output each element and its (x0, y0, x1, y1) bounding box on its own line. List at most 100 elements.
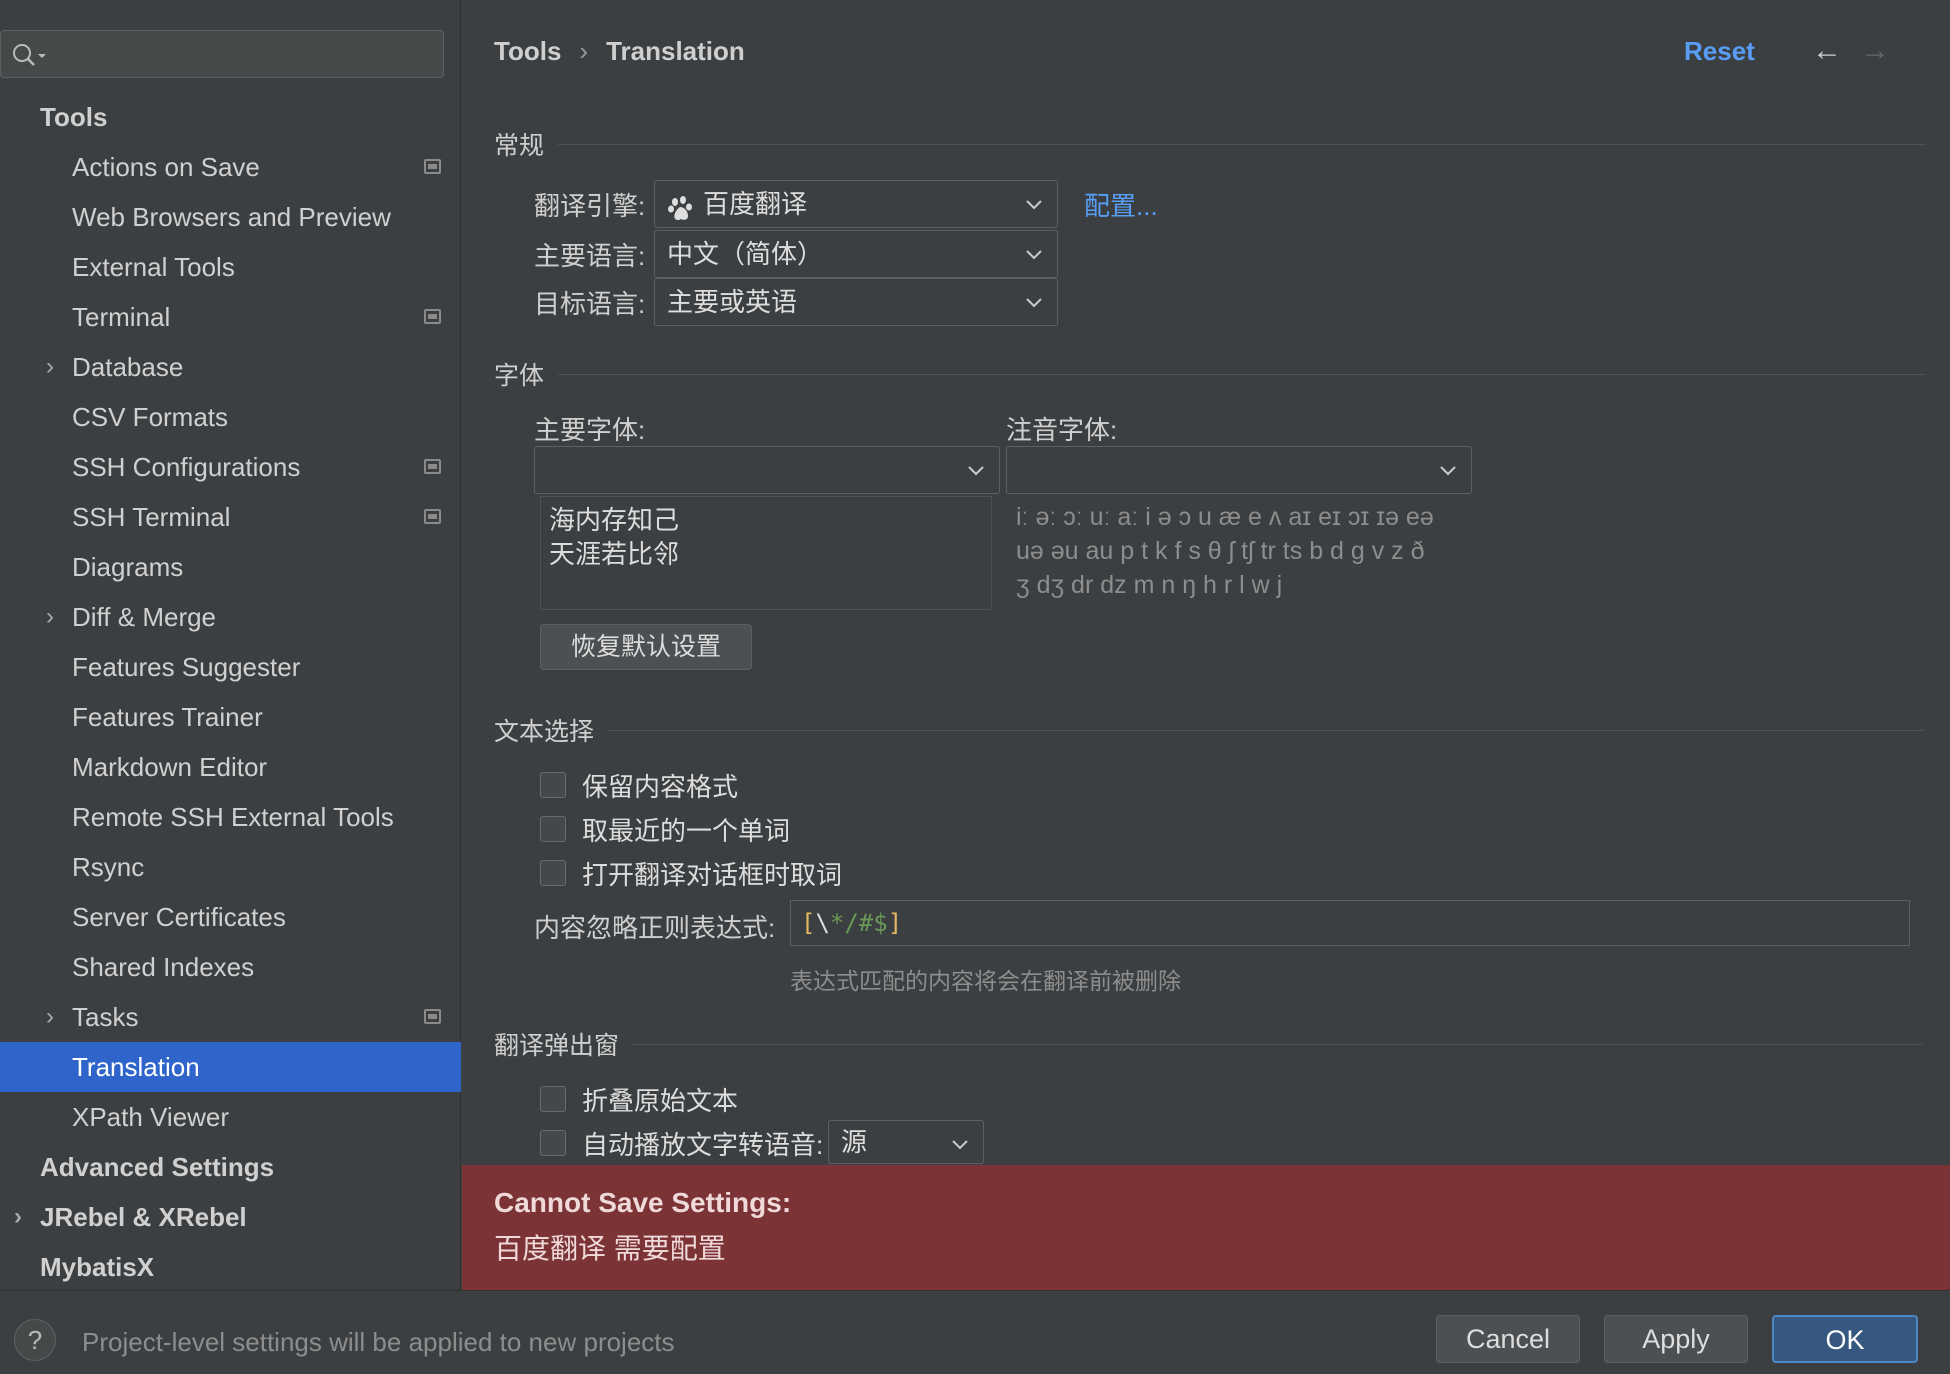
phonetic-font-select[interactable] (1006, 446, 1472, 494)
sidebar-item-features-suggester[interactable]: Features Suggester (0, 642, 461, 692)
chevron-right-icon[interactable]: › (40, 992, 60, 1042)
checkbox-box[interactable] (540, 860, 566, 886)
sidebar-item-database[interactable]: › Database (0, 342, 461, 392)
regex-bracket: ] (887, 909, 903, 937)
sidebar-item-label: Shared Indexes (72, 952, 255, 982)
engine-select[interactable]: 百度翻译 (654, 180, 1058, 228)
sidebar-item-label: Tasks (72, 1002, 139, 1032)
sidebar-item-shared-indexes[interactable]: Shared Indexes (0, 942, 461, 992)
autoplay-tts-checkbox[interactable]: 自动播放文字转语音: (540, 1126, 823, 1160)
help-icon[interactable]: ? (14, 1319, 56, 1361)
target-language-label: 目标语言: (534, 289, 646, 319)
sidebar-item-rsync[interactable]: Rsync (0, 842, 461, 892)
engine-label: 翻译引擎: (534, 191, 646, 221)
sidebar-item-remote-ssh-external-tools[interactable]: Remote SSH External Tools (0, 792, 461, 842)
section-popup-title: 翻译弹出窗 (494, 1032, 620, 1060)
checkbox-box[interactable] (540, 772, 566, 798)
sidebar-item-markdown-editor[interactable]: Markdown Editor (0, 742, 461, 792)
search-input[interactable] (0, 30, 444, 78)
error-title: Cannot Save Settings: (494, 1187, 792, 1218)
apply-button[interactable]: Apply (1604, 1315, 1748, 1363)
reset-link[interactable]: Reset (1684, 36, 1755, 67)
sidebar-item-diagrams[interactable]: Diagrams (0, 542, 461, 592)
nearest-word-label: 取最近的一个单词 (582, 815, 791, 846)
target-language-select[interactable]: 主要或英语 (654, 278, 1058, 326)
sidebar-item-label: Features Suggester (72, 652, 301, 682)
sidebar-item-label: XPath Viewer (72, 1102, 230, 1132)
sidebar-item-label: Translation (72, 1052, 200, 1082)
primary-font-label: 主要字体: (534, 415, 646, 445)
primary-font-select[interactable] (534, 446, 1000, 494)
restore-defaults-button[interactable]: 恢复默认设置 (540, 624, 752, 670)
ignore-regex-input[interactable]: [\*/#$] (790, 900, 1910, 946)
error-panel: Cannot Save Settings: 百度翻译 需要配置 (462, 1165, 1950, 1290)
sidebar-item-mybatisx[interactable]: MybatisX (0, 1242, 461, 1292)
chevron-down-icon (1439, 447, 1457, 493)
project-level-icon (424, 159, 441, 174)
sidebar-item-label: Terminal (72, 302, 171, 332)
primary-language-label: 主要语言: (534, 241, 646, 271)
sidebar-item-external-tools[interactable]: External Tools (0, 242, 461, 292)
chevron-right-icon[interactable]: › (8, 1192, 28, 1242)
sidebar-item-web-browsers-and-preview[interactable]: Web Browsers and Preview (0, 192, 461, 242)
sidebar-item-terminal[interactable]: Terminal (0, 292, 461, 342)
project-level-note: Project-level settings will be applied t… (82, 1327, 675, 1357)
keep-format-checkbox[interactable]: 保留内容格式 (540, 768, 738, 802)
chevron-down-icon (1025, 231, 1043, 277)
sidebar-item-label: Features Trainer (72, 702, 263, 732)
take-word-on-open-checkbox[interactable]: 打开翻译对话框时取词 (540, 856, 842, 890)
font-preview-line: 天涯若比邻 (549, 539, 680, 569)
sidebar-item-csv-formats[interactable]: CSV Formats (0, 392, 461, 442)
primary-language-value: 中文（简体） (667, 239, 824, 269)
sidebar-item-ssh-terminal[interactable]: SSH Terminal (0, 492, 461, 542)
sidebar-item-label: External Tools (72, 252, 235, 282)
section-text-selection-title: 文本选择 (494, 718, 595, 746)
search-icon (11, 41, 47, 69)
forward-arrow-icon[interactable]: → (1860, 34, 1890, 68)
breadcrumb: Tools › Translation (494, 36, 745, 67)
back-arrow-icon[interactable]: ← (1812, 34, 1842, 68)
chevron-right-icon[interactable]: › (40, 342, 60, 392)
breadcrumb-item-tools[interactable]: Tools (494, 36, 561, 66)
cancel-button[interactable]: Cancel (1436, 1315, 1580, 1363)
checkbox-box[interactable] (540, 1130, 566, 1156)
sidebar-item-jrebel-xrebel[interactable]: › JRebel & XRebel (0, 1192, 461, 1242)
primary-language-select[interactable]: 中文（简体） (654, 230, 1058, 278)
nearest-word-checkbox[interactable]: 取最近的一个单词 (540, 812, 790, 846)
sidebar-item-label: Web Browsers and Preview (72, 202, 391, 232)
project-level-icon (424, 309, 441, 324)
ignore-regex-label: 内容忽略正则表达式: (534, 913, 776, 943)
ignore-regex-hint: 表达式匹配的内容将会在翻译前被删除 (790, 968, 1181, 994)
sidebar-item-tasks[interactable]: › Tasks (0, 992, 461, 1042)
chevron-right-icon[interactable]: › (40, 592, 60, 642)
sidebar-item-xpath-viewer[interactable]: XPath Viewer (0, 1092, 461, 1142)
autoplay-source-select[interactable]: 源 (828, 1120, 984, 1164)
sidebar-item-diff-merge[interactable]: › Diff & Merge (0, 592, 461, 642)
sidebar-item-translation[interactable]: Translation (0, 1042, 461, 1092)
checkbox-box[interactable] (540, 816, 566, 842)
sidebar-item-advanced-settings[interactable]: Advanced Settings (0, 1142, 461, 1192)
phonetic-font-label: 注音字体: (1006, 415, 1118, 445)
sidebar-item-server-certificates[interactable]: Server Certificates (0, 892, 461, 942)
section-general-title: 常规 (494, 132, 545, 160)
sidebar-item-features-trainer[interactable]: Features Trainer (0, 692, 461, 742)
take-word-on-open-label: 打开翻译对话框时取词 (582, 859, 843, 890)
fold-original-checkbox[interactable]: 折叠原始文本 (540, 1082, 738, 1116)
checkbox-box[interactable] (540, 1086, 566, 1112)
sidebar-item-tools[interactable]: Tools (0, 92, 461, 142)
section-popup: 翻译弹出窗 (494, 1026, 1924, 1062)
configure-link[interactable]: 配置... (1084, 186, 1158, 223)
regex-symbols: */#$ (829, 909, 888, 937)
project-level-icon (424, 509, 441, 524)
font-preview: 海内存知己 天涯若比邻 (540, 496, 992, 610)
sidebar-item-ssh-configurations[interactable]: SSH Configurations (0, 442, 461, 492)
ok-button[interactable]: OK (1772, 1315, 1918, 1363)
sidebar-item-label: Markdown Editor (72, 752, 268, 782)
sidebar-item-label: Tools (40, 102, 108, 132)
phonetic-preview-line: ʒ dʒ dr dz m n ŋ h r l w j (1016, 571, 1283, 599)
sidebar-item-label: SSH Terminal (72, 502, 231, 532)
phonetic-preview-line: uə əu au p t k f s θ ʃ tʃ tr ts b d g v … (1016, 537, 1425, 565)
sidebar-item-label: Diff & Merge (72, 602, 217, 632)
regex-escape: \ (815, 909, 830, 937)
sidebar-item-actions-on-save[interactable]: Actions on Save (0, 142, 461, 192)
